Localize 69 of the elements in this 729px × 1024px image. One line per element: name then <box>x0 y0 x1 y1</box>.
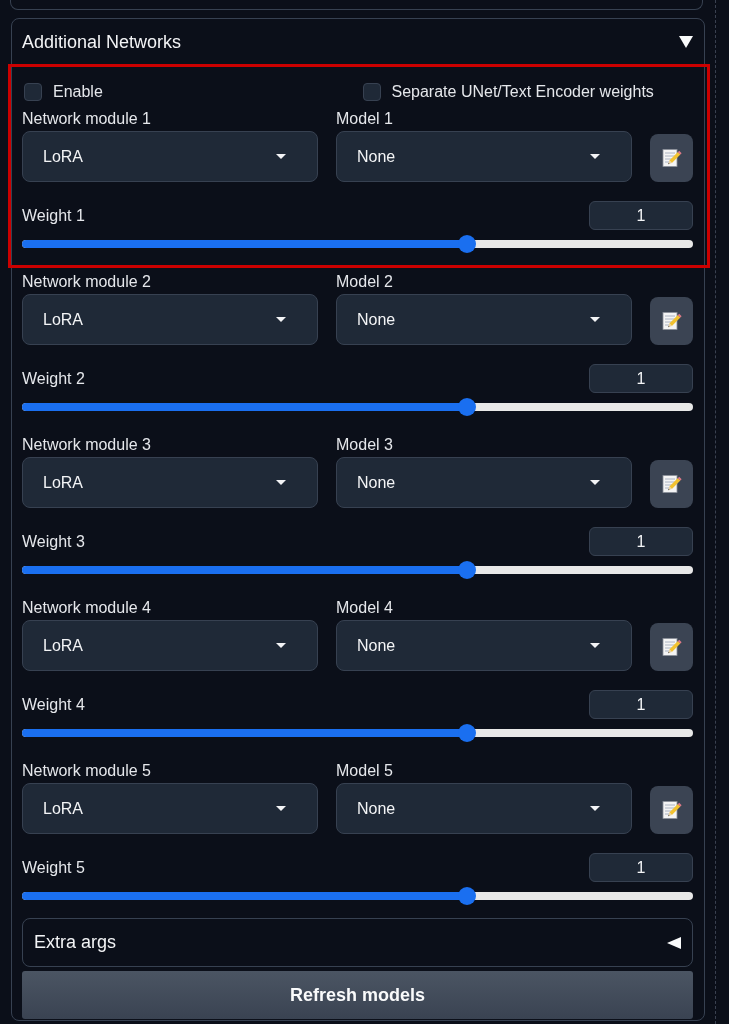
field-label: Model 2 <box>336 272 393 292</box>
edit-button[interactable] <box>650 134 693 182</box>
triangle-icon[interactable] <box>679 36 693 48</box>
field-label: Network module 4 <box>22 598 151 618</box>
slider-thumb[interactable] <box>457 235 476 253</box>
module-dropdown[interactable]: LoRA <box>22 783 318 834</box>
weight-input[interactable]: 1 <box>589 364 693 393</box>
model-dropdown[interactable]: None <box>336 620 632 671</box>
caret-icon <box>276 480 286 485</box>
caret-icon <box>590 643 600 648</box>
caret-icon <box>276 643 286 648</box>
caret-icon <box>590 480 600 485</box>
field-label: Model 1 <box>336 109 393 129</box>
checkbox[interactable] <box>24 83 42 101</box>
notepad-pencil-icon <box>661 474 682 494</box>
edit-button[interactable] <box>650 786 693 834</box>
field-label: Weight 3 <box>22 531 85 552</box>
weight-slider[interactable] <box>22 398 693 416</box>
refresh-button[interactable]: Refresh models <box>22 971 693 1019</box>
section-title: Additional Networks <box>22 31 182 54</box>
field-label: Network module 2 <box>22 272 151 292</box>
caret-icon <box>276 806 286 811</box>
model-dropdown[interactable]: None <box>336 457 632 508</box>
notepad-pencil-icon <box>661 800 682 820</box>
weight-input[interactable]: 1 <box>589 527 693 556</box>
module-dropdown[interactable]: LoRA <box>22 457 318 508</box>
caret-icon <box>590 154 600 159</box>
caret-icon <box>276 154 286 159</box>
field-label: Weight 1 <box>22 205 85 226</box>
extra-args-accordion[interactable]: Extra args <box>22 918 693 967</box>
module-dropdown[interactable]: LoRA <box>22 620 318 671</box>
edit-button[interactable] <box>650 297 693 345</box>
checkbox-label[interactable]: Enable <box>53 83 103 101</box>
field-label: Model 4 <box>336 598 393 618</box>
field-label: Network module 3 <box>22 435 151 455</box>
weight-slider[interactable] <box>22 235 693 253</box>
field-label: Model 5 <box>336 761 393 781</box>
caret-icon <box>590 317 600 322</box>
slider-thumb[interactable] <box>457 561 476 579</box>
notepad-pencil-icon <box>661 311 682 331</box>
field-label: Model 3 <box>336 435 393 455</box>
weight-input[interactable]: 1 <box>589 690 693 719</box>
module-dropdown[interactable]: LoRA <box>22 294 318 345</box>
slider-thumb[interactable] <box>457 724 476 742</box>
module-dropdown[interactable]: LoRA <box>22 131 318 182</box>
triangle-icon[interactable] <box>667 936 681 949</box>
model-dropdown[interactable]: None <box>336 131 632 182</box>
field-label: Weight 5 <box>22 857 85 878</box>
weight-slider[interactable] <box>22 561 693 579</box>
notepad-pencil-icon <box>661 148 682 168</box>
caret-icon <box>276 317 286 322</box>
weight-input[interactable]: 1 <box>589 201 693 230</box>
edit-button[interactable] <box>650 623 693 671</box>
model-dropdown[interactable]: None <box>336 783 632 834</box>
field-label: Weight 4 <box>22 694 85 715</box>
field-label: Weight 2 <box>22 368 85 389</box>
checkbox-label[interactable]: Separate UNet/Text Encoder weights <box>391 83 654 101</box>
checkbox[interactable] <box>362 83 381 101</box>
caret-icon <box>590 806 600 811</box>
field-label: Network module 5 <box>22 761 151 781</box>
notepad-pencil-icon <box>661 637 682 657</box>
slider-thumb[interactable] <box>457 887 476 905</box>
slider-thumb[interactable] <box>457 398 476 416</box>
field-label: Network module 1 <box>22 109 151 129</box>
weight-input[interactable]: 1 <box>589 853 693 882</box>
weight-slider[interactable] <box>22 724 693 742</box>
model-dropdown[interactable]: None <box>336 294 632 345</box>
weight-slider[interactable] <box>22 887 693 905</box>
edit-button[interactable] <box>650 460 693 508</box>
